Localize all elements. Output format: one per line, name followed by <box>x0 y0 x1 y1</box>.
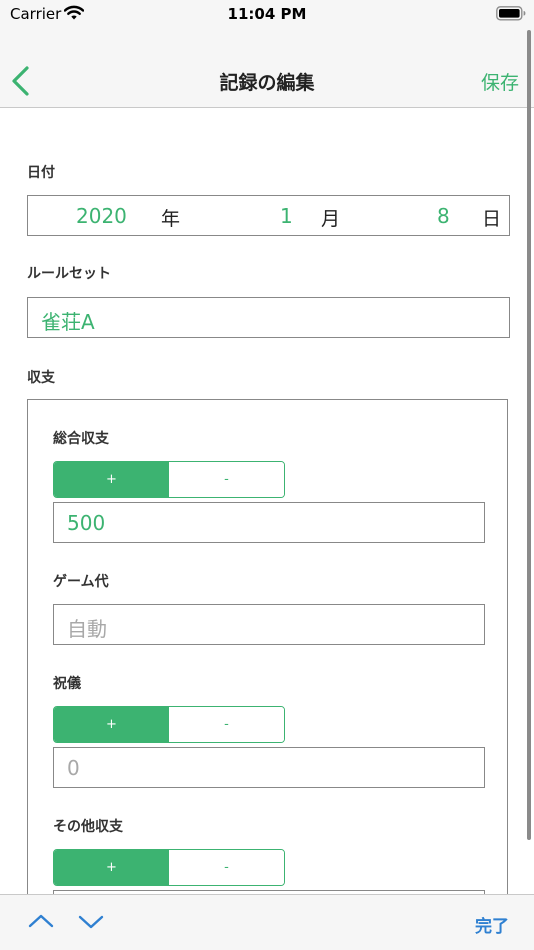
chevron-down-icon <box>78 915 104 929</box>
game-fee-label: ゲーム代 <box>53 574 109 590</box>
game-fee-field[interactable]: 自動 <box>53 604 485 645</box>
income-panel: 総合収支 + - 500 ゲーム代 自動 祝儀 + - 0 その他収支 + - <box>27 399 508 894</box>
battery-icon <box>496 6 526 25</box>
next-field-button[interactable] <box>78 911 104 933</box>
total-plus-segment[interactable]: + <box>54 462 169 497</box>
total-income-label: 総合収支 <box>53 431 109 447</box>
done-button[interactable]: 完了 <box>475 912 509 937</box>
income-label: 収支 <box>27 370 55 386</box>
form-content[interactable]: 日付 2020 年 1 月 8 日 ルールセット 雀荘A 収支 総合収支 + -… <box>0 109 534 894</box>
total-sign-segmented-control[interactable]: + - <box>53 461 285 498</box>
ruleset-field[interactable]: 雀荘A <box>27 297 510 338</box>
other-income-label: その他収支 <box>53 819 123 835</box>
month-value[interactable]: 1 <box>280 204 293 228</box>
keyboard-toolbar: 完了 <box>0 894 534 950</box>
date-label: 日付 <box>27 165 55 181</box>
tip-plus-segment[interactable]: + <box>54 707 169 742</box>
ruleset-value: 雀荘A <box>41 310 95 334</box>
vertical-scrollbar[interactable] <box>527 30 531 840</box>
page-title: 記録の編集 <box>219 72 315 94</box>
ruleset-label: ルールセット <box>27 266 111 282</box>
tip-minus-segment[interactable]: - <box>169 707 284 742</box>
status-time: 11:04 PM <box>227 5 307 23</box>
total-income-field[interactable]: 500 <box>53 502 485 543</box>
tip-field[interactable]: 0 <box>53 747 485 788</box>
date-picker[interactable]: 2020 年 1 月 8 日 <box>27 195 510 236</box>
month-unit: 月 <box>321 208 341 230</box>
day-value[interactable]: 8 <box>437 204 450 228</box>
status-bar: Carrier 11:04 PM <box>0 0 534 30</box>
year-unit: 年 <box>161 208 181 230</box>
total-income-value: 500 <box>67 511 106 535</box>
other-plus-segment[interactable]: + <box>54 850 169 885</box>
total-minus-segment[interactable]: - <box>169 462 284 497</box>
previous-field-button[interactable] <box>28 911 54 933</box>
other-minus-segment[interactable]: - <box>169 850 284 885</box>
tip-placeholder: 0 <box>67 756 80 780</box>
navigation-bar: 記録の編集 保存 <box>0 30 534 108</box>
chevron-up-icon <box>28 914 54 928</box>
tip-sign-segmented-control[interactable]: + - <box>53 706 285 743</box>
game-fee-placeholder: 自動 <box>67 617 107 641</box>
other-sign-segmented-control[interactable]: + - <box>53 849 285 886</box>
day-unit: 日 <box>482 208 502 230</box>
tip-label: 祝儀 <box>53 676 81 692</box>
year-value[interactable]: 2020 <box>76 204 127 228</box>
save-button[interactable]: 保存 <box>481 68 519 95</box>
